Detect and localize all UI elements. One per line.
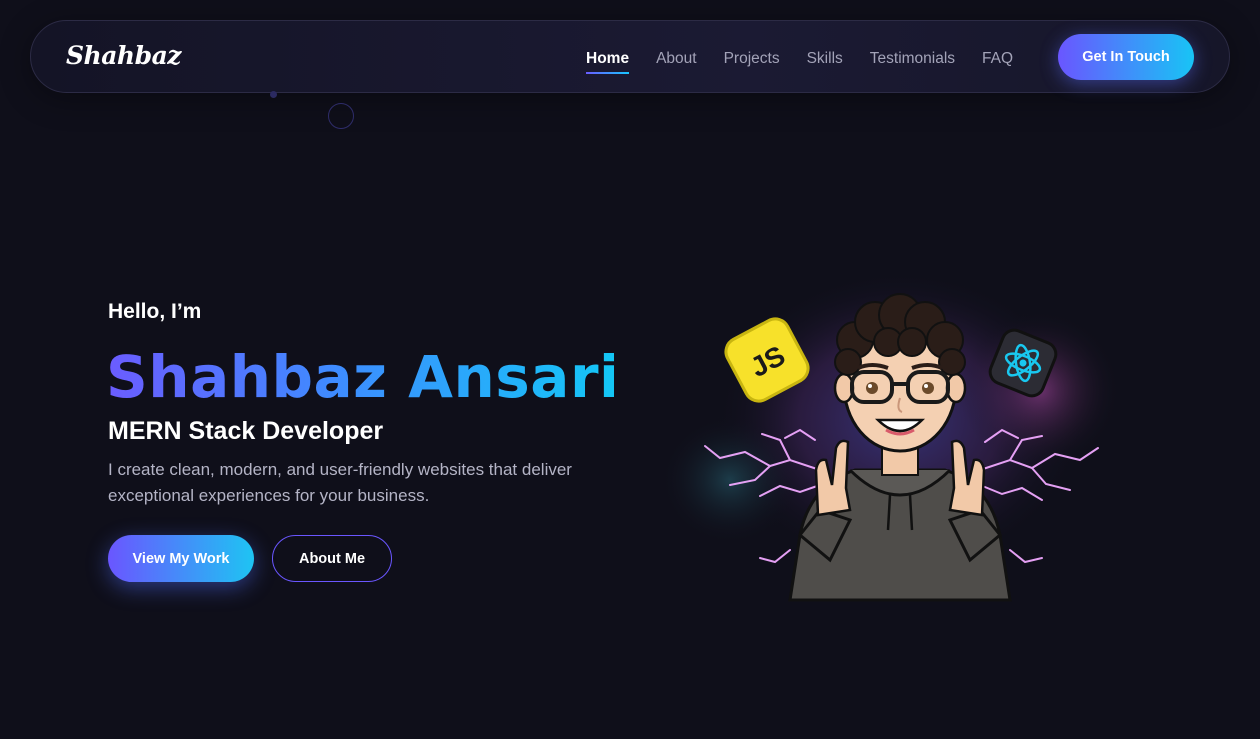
hero-role: MERN Stack Developer: [108, 417, 384, 445]
hero-description: I create clean, modern, and user-friendl…: [108, 460, 572, 505]
portfolio-page: Shahbaz Home About Projects Skills Testi…: [0, 0, 1260, 739]
navbar: Shahbaz Home About Projects Skills Testi…: [30, 20, 1230, 93]
nav-link-home[interactable]: Home: [586, 50, 630, 74]
decorative-dot: [270, 91, 277, 98]
nav-links: Home About Projects Skills Testimonials …: [586, 47, 1040, 74]
decorative-ring: [328, 103, 354, 129]
view-my-work-button[interactable]: View My Work: [108, 535, 254, 582]
nav-link-skills[interactable]: Skills: [807, 50, 843, 68]
hero-greeting: Hello, I’m: [108, 300, 202, 323]
nav-link-about[interactable]: About: [656, 50, 697, 68]
nav-link-testimonials[interactable]: Testimonials: [870, 50, 955, 68]
get-in-touch-button[interactable]: Get In Touch: [1058, 34, 1194, 80]
developer-avatar-icon: JS: [660, 270, 1120, 602]
nav-link-projects[interactable]: Projects: [724, 50, 780, 68]
logo[interactable]: Shahbaz: [66, 41, 181, 70]
nav-link-faq[interactable]: FAQ: [982, 50, 1013, 68]
hero-name: Shahbaz Ansari: [106, 340, 619, 414]
hero-illustration: JS: [650, 270, 1130, 610]
about-me-button[interactable]: About Me: [272, 535, 392, 582]
